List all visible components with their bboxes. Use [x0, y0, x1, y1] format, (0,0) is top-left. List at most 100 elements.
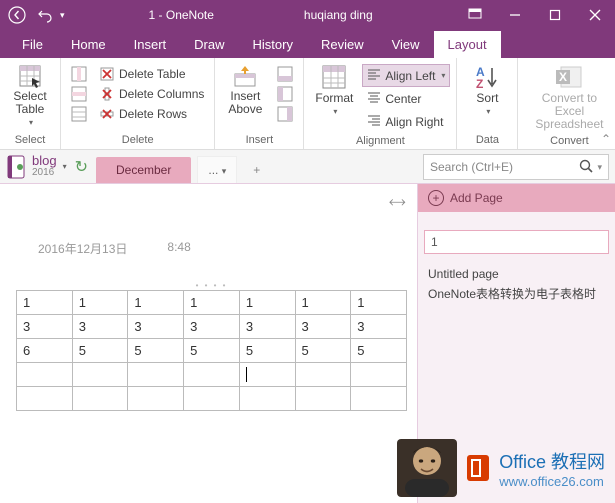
table-cell[interactable]: 5 — [239, 339, 295, 363]
chevron-down-icon[interactable]: ▾ — [597, 162, 602, 173]
search-input[interactable]: Search (Ctrl+E) ▾ — [423, 154, 609, 180]
table-cell[interactable]: 3 — [239, 315, 295, 339]
table-cell[interactable]: 1 — [72, 291, 128, 315]
back-button[interactable] — [4, 2, 30, 28]
align-center-button[interactable]: Center — [362, 87, 450, 110]
format-button[interactable]: Format ▾ — [310, 62, 358, 120]
table-cell[interactable]: 3 — [351, 315, 407, 339]
convert-to-excel-button[interactable]: X Convert to Excel Spreadsheet — [524, 62, 614, 133]
table-gripper[interactable]: • • • • — [16, 281, 407, 290]
table-cell[interactable]: 3 — [128, 315, 184, 339]
table-cell[interactable] — [128, 387, 184, 411]
tab-layout[interactable]: Layout — [434, 31, 501, 58]
group-label: Data — [463, 132, 511, 149]
table-row[interactable]: 1111111 — [17, 291, 407, 315]
chevron-down-icon: ▾ — [63, 162, 67, 171]
table-row[interactable] — [17, 363, 407, 387]
section-tab[interactable]: December — [96, 157, 191, 183]
table-row[interactable]: 3333333 — [17, 315, 407, 339]
collapse-ribbon-icon[interactable]: ⌃ — [601, 132, 611, 146]
svg-text:Z: Z — [476, 77, 483, 90]
table-cell[interactable] — [17, 363, 73, 387]
table-cell[interactable]: 3 — [295, 315, 351, 339]
fullscreen-icon[interactable]: ⤢ — [386, 192, 408, 214]
table-cell[interactable]: 3 — [184, 315, 240, 339]
table-cell[interactable]: 1 — [239, 291, 295, 315]
align-right-button[interactable]: Align Right — [362, 110, 450, 133]
table-cell[interactable] — [295, 363, 351, 387]
page-canvas[interactable]: ⤢ 2016年12月13日 8:48 • • • • 1111111333333… — [0, 184, 417, 503]
insert-above-button[interactable]: Insert Above — [221, 62, 269, 118]
page-list: Untitled pageOneNote表格转换为电子表格时 — [418, 260, 615, 308]
tab-review[interactable]: Review — [307, 31, 378, 58]
align-left-button[interactable]: Align Left▾ — [362, 64, 450, 87]
table-cell[interactable]: 3 — [17, 315, 73, 339]
table-cell[interactable] — [184, 387, 240, 411]
ribbon-options-button[interactable] — [455, 0, 495, 30]
table-cell[interactable]: 1 — [17, 291, 73, 315]
page-date: 2016年12月13日 — [38, 240, 127, 257]
user-name[interactable]: huqiang ding — [304, 8, 373, 22]
group-alignment: Format ▾ Align Left▾ Center Align Right … — [304, 58, 457, 149]
content-table[interactable]: 111111133333336555555 — [16, 290, 407, 411]
svg-text:X: X — [559, 70, 567, 84]
delete-columns-button[interactable]: Delete Columns — [95, 84, 208, 104]
more-sections-button[interactable]: ... ▾ — [197, 156, 237, 183]
table-cell[interactable]: 1 — [184, 291, 240, 315]
select-table-button[interactable]: Select Table ▾ — [6, 62, 54, 131]
insert-opt2[interactable] — [273, 84, 297, 104]
table-cell[interactable]: 5 — [128, 339, 184, 363]
table-cell[interactable] — [351, 387, 407, 411]
table-cell[interactable] — [351, 363, 407, 387]
group-insert: Insert Above Insert — [215, 58, 304, 149]
table-cell[interactable] — [72, 363, 128, 387]
icon-col2 — [67, 84, 91, 104]
table-cell[interactable]: 5 — [72, 339, 128, 363]
table-row[interactable]: 6555555 — [17, 339, 407, 363]
chevron-down-icon: ▾ — [441, 71, 445, 80]
table-cell[interactable]: 1 — [295, 291, 351, 315]
table-cell[interactable] — [295, 387, 351, 411]
page-list-item[interactable]: OneNote表格转换为电子表格时 — [428, 284, 605, 304]
add-section-button[interactable]: + — [243, 157, 270, 183]
tab-view[interactable]: View — [378, 31, 434, 58]
current-page-title[interactable]: 1 — [424, 230, 609, 254]
qat-expand-icon[interactable]: ▾ — [60, 10, 65, 21]
insert-opt1[interactable] — [273, 64, 297, 84]
tab-history[interactable]: History — [239, 31, 307, 58]
sort-button[interactable]: AZ Sort ▾ — [463, 62, 511, 120]
tab-file[interactable]: File — [8, 31, 57, 58]
table-cell[interactable]: 1 — [351, 291, 407, 315]
table-cell[interactable]: 5 — [184, 339, 240, 363]
tab-draw[interactable]: Draw — [180, 31, 238, 58]
table-cell[interactable] — [239, 387, 295, 411]
table-cell[interactable] — [128, 363, 184, 387]
table-cell[interactable]: 5 — [351, 339, 407, 363]
tab-insert[interactable]: Insert — [120, 31, 181, 58]
table-cell[interactable] — [72, 387, 128, 411]
group-data: AZ Sort ▾ Data — [457, 58, 518, 149]
table-cell[interactable]: 5 — [295, 339, 351, 363]
table-cell[interactable]: 1 — [128, 291, 184, 315]
maximize-button[interactable] — [535, 0, 575, 30]
icon-col — [67, 64, 91, 84]
icon-col3 — [67, 104, 91, 124]
notebook-selector[interactable]: blog2016 ▾ — [6, 154, 67, 180]
undo-button[interactable] — [32, 2, 58, 28]
sync-icon[interactable]: ↻ — [75, 157, 88, 177]
close-button[interactable] — [575, 0, 615, 30]
table-cell[interactable] — [17, 387, 73, 411]
table-cell[interactable] — [184, 363, 240, 387]
page-list-item[interactable]: Untitled page — [428, 264, 605, 284]
table-cell[interactable]: 6 — [17, 339, 73, 363]
add-page-button[interactable]: + Add Page — [418, 184, 615, 212]
tab-home[interactable]: Home — [57, 31, 120, 58]
search-icon — [579, 159, 593, 176]
table-cell[interactable]: 3 — [72, 315, 128, 339]
table-cell[interactable] — [239, 363, 295, 387]
insert-opt3[interactable] — [273, 104, 297, 124]
delete-rows-button[interactable]: Delete Rows — [95, 104, 208, 124]
table-row[interactable] — [17, 387, 407, 411]
delete-table-button[interactable]: Delete Table — [95, 64, 208, 84]
minimize-button[interactable] — [495, 0, 535, 30]
